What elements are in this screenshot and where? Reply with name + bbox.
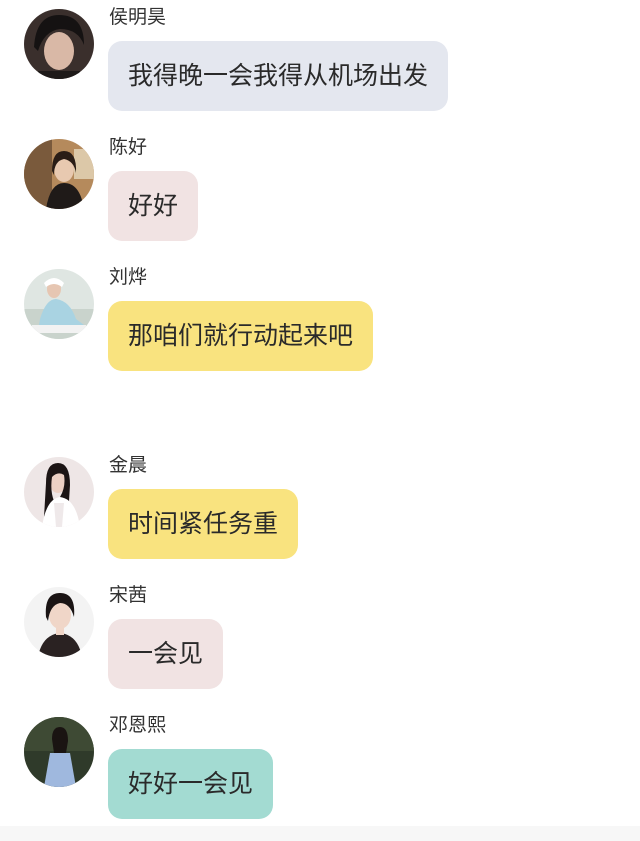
message-bubble[interactable]: 那咱们就行动起来吧	[108, 301, 374, 371]
bottom-bar	[0, 826, 640, 841]
sender-name: 刘烨	[109, 266, 148, 288]
chat-message: 陈好 好好	[0, 136, 640, 243]
sender-name: 金晨	[109, 454, 148, 476]
chat-message: 宋茜 一会见	[0, 584, 640, 691]
message-bubble[interactable]: 一会见	[108, 619, 224, 689]
sender-name: 陈好	[109, 136, 148, 158]
avatar[interactable]	[24, 717, 94, 787]
chat-message: 邓恩熙 好好一会见	[0, 714, 640, 821]
avatar[interactable]	[24, 587, 94, 657]
message-bubble[interactable]: 时间紧任务重	[108, 489, 299, 559]
chat-message: 金晨 时间紧任务重	[0, 454, 640, 561]
message-bubble[interactable]: 好好	[108, 171, 199, 241]
message-bubble[interactable]: 我得晚一会我得从机场出发	[108, 41, 449, 111]
avatar[interactable]	[24, 457, 94, 527]
sender-name: 邓恩熙	[109, 714, 167, 736]
chat-message: 刘烨 那咱们就行动起来吧	[0, 266, 640, 373]
avatar[interactable]	[24, 9, 94, 79]
sender-name: 宋茜	[109, 584, 148, 606]
avatar[interactable]	[24, 139, 94, 209]
sender-name: 侯明昊	[109, 6, 167, 28]
avatar[interactable]	[24, 269, 94, 339]
message-bubble[interactable]: 好好一会见	[108, 749, 274, 819]
chat-message: 侯明昊 我得晚一会我得从机场出发	[0, 6, 640, 113]
